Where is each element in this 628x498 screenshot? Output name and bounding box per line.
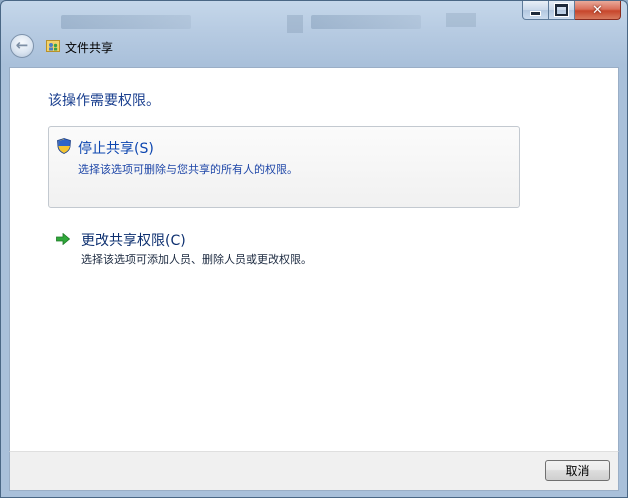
minimize-button[interactable] [522,1,549,20]
background-window-hint [311,15,421,29]
change-permissions-option[interactable]: 更改共享权限(C) 选择该选项可添加人员、删除人员或更改权限。 [54,228,494,268]
maximize-icon [554,3,569,17]
dialog-footer: 取消 [9,451,619,491]
stop-sharing-option[interactable]: 停止共享(S) 选择该选项可删除与您共享的所有人的权限。 [48,126,520,208]
stop-sharing-description: 选择该选项可删除与您共享的所有人的权限。 [78,163,298,176]
page-heading: 该操作需要权限。 [48,93,160,109]
back-arrow-icon: ← [15,36,29,54]
change-permissions-description: 选择该选项可添加人员、删除人员或更改权限。 [81,253,312,266]
window-title: 文件共享 [65,41,114,55]
content-area: 该操作需要权限。 停止共享(S) 选择该选项可删除与您共享的所有人的权限。 更改… [9,67,619,451]
caption-buttons: ✕ [522,1,621,21]
file-sharing-icon [46,40,60,52]
green-arrow-icon [56,233,70,245]
background-window-hint [61,15,191,29]
stop-sharing-title: 停止共享(S) [78,141,154,157]
background-window-hint [287,15,303,33]
file-sharing-window: ✕ ← 文件共享 该操作需要权限。 停止共享(S) 选择该选项可删除与您共享的所… [0,0,628,498]
maximize-button[interactable] [549,1,575,20]
uac-shield-icon [57,138,71,154]
change-permissions-title: 更改共享权限(C) [81,233,186,249]
background-window-hint [446,13,476,27]
back-button[interactable]: ← [10,34,34,58]
cancel-button[interactable]: 取消 [545,460,610,481]
close-icon: ✕ [592,2,603,18]
close-button[interactable]: ✕ [575,1,621,20]
minimize-icon [530,10,541,16]
